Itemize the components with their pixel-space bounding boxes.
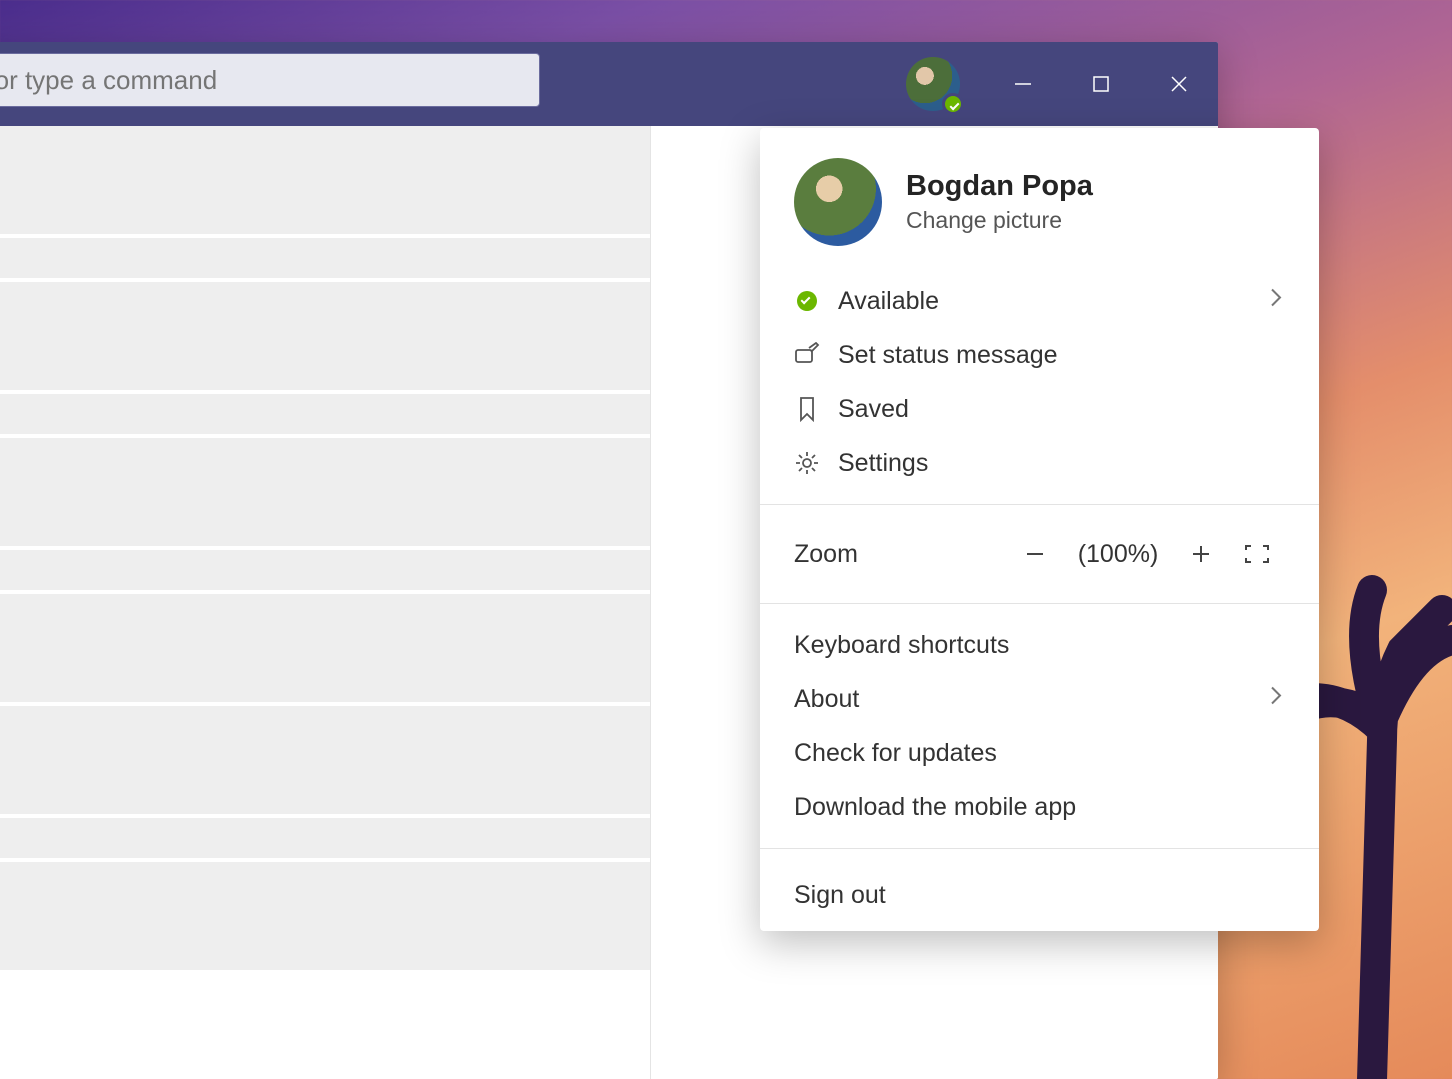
- set-status-label: Set status message: [838, 341, 1058, 370]
- zoom-in-button[interactable]: [1173, 526, 1229, 582]
- separator: [760, 504, 1319, 505]
- separator: [760, 603, 1319, 604]
- fullscreen-button[interactable]: [1229, 526, 1285, 582]
- change-picture-link[interactable]: Change picture: [906, 207, 1093, 234]
- sign-out-menu-item[interactable]: Sign out: [760, 863, 1319, 927]
- edit-icon: [794, 342, 820, 368]
- saved-label: Saved: [838, 395, 909, 424]
- titlebar: [0, 42, 1218, 126]
- list-pane: [0, 126, 650, 1079]
- keyboard-label: Keyboard shortcuts: [794, 631, 1009, 660]
- status-available-icon: [797, 291, 817, 311]
- updates-label: Check for updates: [794, 739, 997, 768]
- close-button[interactable]: [1140, 42, 1218, 126]
- search-input[interactable]: [0, 65, 525, 96]
- chevron-right-icon: [1267, 286, 1285, 317]
- saved-menu-item[interactable]: Saved: [760, 382, 1319, 436]
- set-status-menu-item[interactable]: Set status message: [760, 328, 1319, 382]
- signout-label: Sign out: [794, 881, 886, 910]
- separator: [760, 848, 1319, 849]
- profile-flyout: Bogdan Popa Change picture Available Set…: [760, 128, 1319, 931]
- status-menu-item[interactable]: Available: [760, 274, 1319, 328]
- maximize-button[interactable]: [1062, 42, 1140, 126]
- bookmark-icon: [794, 396, 820, 422]
- profile-name: Bogdan Popa: [906, 170, 1093, 203]
- settings-menu-item[interactable]: Settings: [760, 436, 1319, 490]
- presence-available-icon: [942, 93, 964, 115]
- zoom-label: Zoom: [794, 540, 858, 569]
- settings-label: Settings: [838, 449, 928, 478]
- minimize-button[interactable]: [984, 42, 1062, 126]
- status-label: Available: [838, 287, 939, 316]
- flyout-header: Bogdan Popa Change picture: [760, 128, 1319, 270]
- keyboard-shortcuts-menu-item[interactable]: Keyboard shortcuts: [760, 618, 1319, 672]
- download-mobile-menu-item[interactable]: Download the mobile app: [760, 780, 1319, 834]
- about-menu-item[interactable]: About: [760, 672, 1319, 726]
- gear-icon: [794, 450, 820, 476]
- about-label: About: [794, 685, 859, 714]
- chevron-right-icon: [1267, 684, 1285, 715]
- avatar-large: [794, 158, 882, 246]
- zoom-out-button[interactable]: [1007, 526, 1063, 582]
- profile-avatar-button[interactable]: [906, 57, 960, 111]
- zoom-row: Zoom (100%): [760, 519, 1319, 589]
- zoom-value: (100%): [1063, 540, 1173, 569]
- download-label: Download the mobile app: [794, 793, 1076, 822]
- command-search-box[interactable]: [0, 53, 540, 107]
- check-updates-menu-item[interactable]: Check for updates: [760, 726, 1319, 780]
